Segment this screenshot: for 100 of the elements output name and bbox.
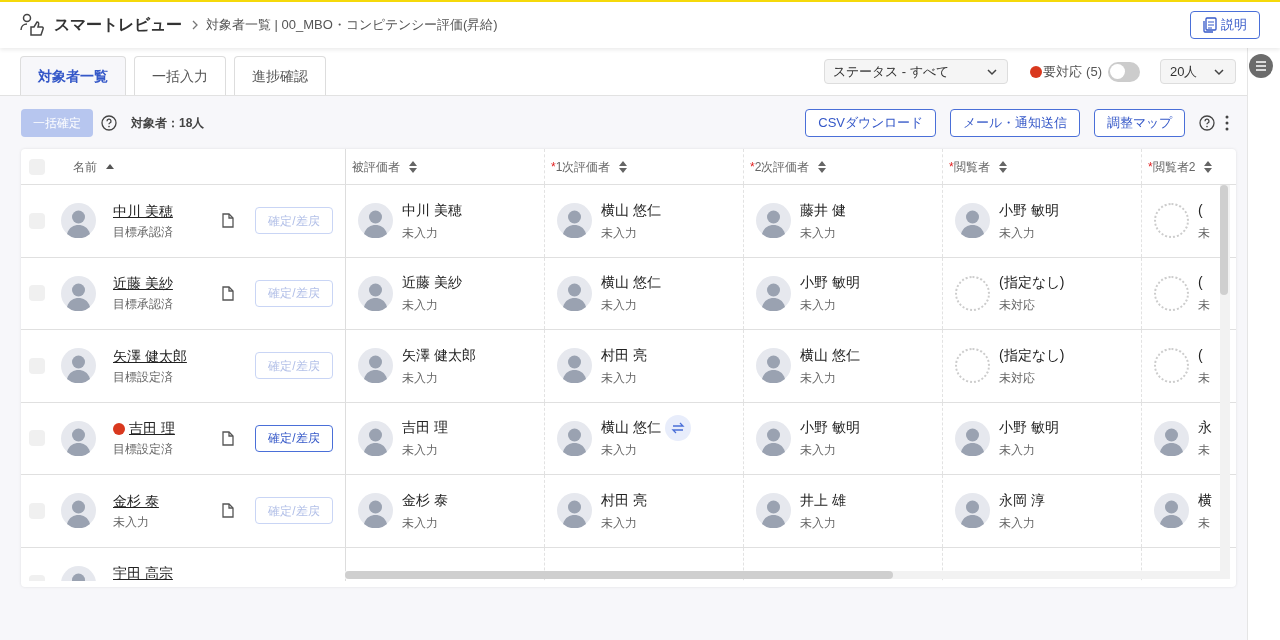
status-text: 未入力 <box>999 514 1036 532</box>
avatar <box>61 203 96 239</box>
sort-icon[interactable] <box>817 159 828 174</box>
person-link[interactable]: 宇田 高宗 <box>113 563 173 581</box>
document-icon[interactable] <box>222 285 234 301</box>
status-text: 未入力 <box>601 297 638 315</box>
required-mark: * <box>949 158 954 176</box>
status-text: 未入力 <box>402 297 439 315</box>
status-text: 目標設定済 <box>113 368 174 386</box>
status-text: 未入力 <box>402 224 439 242</box>
column-header[interactable]: 被評価者 <box>352 157 400 176</box>
status-text: 未対応 <box>999 369 1036 387</box>
person-name: ( <box>1198 200 1203 220</box>
swap-icon[interactable] <box>664 414 691 441</box>
required-mark: * <box>750 158 755 176</box>
status-text: 未入力 <box>402 369 439 387</box>
person-name: 小野 敏明 <box>800 273 860 293</box>
person-link[interactable]: 吉田 理 <box>129 418 175 440</box>
status-text: 未入力 <box>601 224 638 242</box>
person-name: 金杉 泰 <box>402 490 448 510</box>
sort-icon[interactable] <box>1203 159 1214 174</box>
status-text: 未 <box>1198 297 1210 315</box>
tab[interactable]: 進捗確認 <box>234 56 326 95</box>
status-text: 未 <box>1198 369 1210 387</box>
person-name: 永 <box>1198 418 1212 438</box>
person-link[interactable]: 矢澤 健太郎 <box>113 345 187 367</box>
status-text: 未入力 <box>601 442 638 460</box>
status-text: 未入力 <box>113 513 150 531</box>
toolbar-button[interactable]: メール・通知送信 <box>950 108 1080 137</box>
status-text: 目標承認済 <box>113 223 173 241</box>
person-name: 近藤 美紗 <box>402 273 462 293</box>
person-name: ( <box>1198 345 1203 365</box>
vertical-scrollbar[interactable] <box>1220 185 1230 579</box>
toggle-switch[interactable] <box>1108 61 1140 82</box>
person-link[interactable]: 近藤 美紗 <box>113 273 173 295</box>
status-text: 未 <box>1198 442 1211 460</box>
person-name: 井上 雄 <box>800 490 846 510</box>
help-button[interactable]: 説明 <box>1190 11 1260 39</box>
chevron-icon <box>190 19 200 31</box>
target-count: 対象者：18人 <box>131 114 205 132</box>
menu-icon[interactable] <box>1249 54 1273 78</box>
status-text: 未入力 <box>800 442 837 460</box>
person-name: 永岡 淳 <box>999 490 1045 510</box>
help-icon[interactable] <box>101 114 117 131</box>
person-name: 横山 悠仁 <box>601 200 661 220</box>
status-text: 未入力 <box>800 369 837 387</box>
status-text: 未入力 <box>800 514 837 532</box>
column-header[interactable]: 2次評価者 <box>754 157 810 176</box>
person-name: 村田 亮 <box>601 490 647 510</box>
status-text: 目標設定済 <box>113 441 174 459</box>
toolbar-button[interactable]: CSVダウンロード <box>805 108 936 137</box>
document-icon[interactable] <box>222 430 234 446</box>
count-label: (5) <box>1086 62 1102 81</box>
sort-icon[interactable] <box>618 159 629 174</box>
status-text: 未入力 <box>402 442 439 460</box>
breadcrumb: 対象者一覧 | 00_MBO・コンピテンシー評価(昇給) <box>206 16 498 35</box>
help-icon[interactable] <box>1199 114 1215 131</box>
person-name: 横山 悠仁 <box>601 273 661 293</box>
filter-label: 要対応 <box>1043 62 1083 81</box>
person-name: 横山 悠仁 <box>601 418 661 438</box>
column-header[interactable]: 閲覧者 <box>953 157 990 176</box>
toolbar-button[interactable]: 調整マップ <box>1094 108 1185 137</box>
confirm-return-button[interactable]: 確定/差戻 <box>255 424 333 452</box>
person-name: 藤井 健 <box>800 200 846 220</box>
avatar <box>61 275 96 311</box>
person-name: ( <box>1198 273 1203 293</box>
horizontal-scrollbar[interactable] <box>345 571 1220 579</box>
person-name: 中川 美穂 <box>402 200 462 220</box>
column-header[interactable]: 閲覧者2 <box>1152 157 1196 176</box>
column-header[interactable]: 1次評価者 <box>555 157 611 176</box>
status-text: 未入力 <box>601 514 638 532</box>
document-icon[interactable] <box>222 213 234 229</box>
sort-icon[interactable] <box>997 159 1008 174</box>
tab[interactable]: 一括入力 <box>134 56 226 95</box>
status-text: 未 <box>1198 224 1210 242</box>
person-name: 小野 敏明 <box>999 418 1059 438</box>
status-select[interactable]: ステータス - すべて <box>824 59 1009 84</box>
logo-icon <box>20 13 46 37</box>
avatar <box>61 493 96 529</box>
sort-icon[interactable] <box>408 159 418 174</box>
person-name: 吉田 理 <box>402 418 448 438</box>
person-name: 小野 敏明 <box>999 200 1059 220</box>
column-header[interactable]: 名前 <box>73 157 97 176</box>
person-name: 村田 亮 <box>601 345 647 365</box>
more-icon[interactable] <box>1225 114 1229 131</box>
status-text: 未入力 <box>999 224 1036 242</box>
person-name: 矢澤 健太郎 <box>402 345 476 365</box>
page-size-select[interactable]: 20人 <box>1160 59 1236 84</box>
avatar <box>61 420 96 456</box>
status-text: 未入力 <box>601 369 638 387</box>
status-text: 未入力 <box>999 442 1036 460</box>
app-name: スマートレビュー <box>54 15 182 35</box>
avatar <box>61 348 96 384</box>
required-mark: * <box>551 158 556 176</box>
person-link[interactable]: 中川 美穂 <box>113 200 173 222</box>
document-icon[interactable] <box>222 503 234 519</box>
person-name: (指定なし) <box>999 345 1065 365</box>
person-link[interactable]: 金杉 泰 <box>113 490 159 512</box>
person-name: 横山 悠仁 <box>800 345 860 365</box>
tab[interactable]: 対象者一覧 <box>20 56 126 95</box>
